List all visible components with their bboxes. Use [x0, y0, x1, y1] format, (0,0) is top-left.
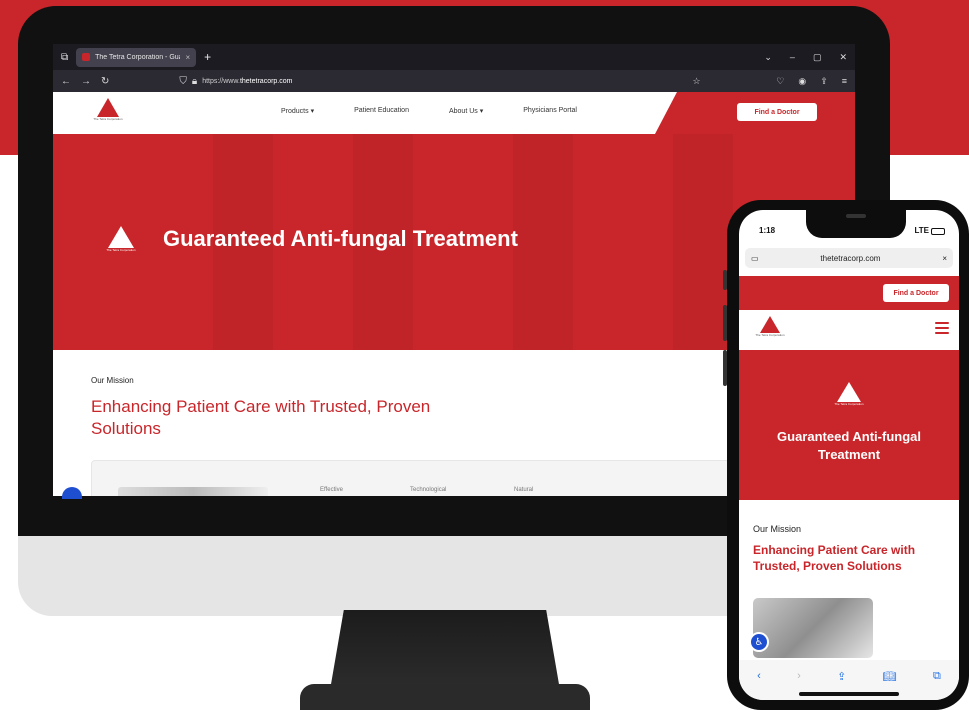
status-bar: 1:18 LTE: [739, 226, 959, 242]
hero-stripe: [513, 134, 573, 350]
mobile-site-header: The Tetra Corporation: [739, 310, 959, 350]
mobile-hero-logo-caption: The Tetra Corporation: [834, 402, 864, 406]
main-menu: Products ▾ Patient Education About Us ▾ …: [281, 107, 577, 115]
mobile-address-bar[interactable]: ▭ thetetracorp.com ×: [745, 248, 953, 268]
url-domain: thetetracorp.com: [239, 77, 293, 85]
status-time: 1:18: [759, 226, 776, 235]
mobile-top-bar: Find a Doctor: [739, 276, 959, 310]
menu-icon[interactable]: ≡: [842, 76, 847, 87]
mobile-logo-caption: The Tetra Corporation: [755, 333, 785, 337]
url-prefix: https://www.: [202, 77, 240, 85]
back-icon[interactable]: ←: [61, 76, 71, 87]
reload-icon[interactable]: ↻: [101, 76, 109, 87]
mobile-accessibility-icon[interactable]: ♿︎: [749, 632, 769, 652]
mobile-mission-label: Our Mission: [753, 524, 802, 534]
mission-label: Our Mission: [91, 376, 134, 385]
menu-item-patient-education[interactable]: Patient Education: [354, 107, 409, 115]
favicon-icon: [82, 53, 91, 61]
toolbar-icons: ♡ ◉ ⇪ ≡: [776, 76, 847, 87]
mobile-mission-heading: Enhancing Patient Care with Trusted, Pro…: [753, 543, 916, 573]
new-tab-button[interactable]: +: [204, 50, 211, 64]
tab-title: The Tetra Corporation - Guaran: [95, 53, 180, 61]
hero-title: Guaranteed Anti-fungal Treatment: [163, 226, 518, 251]
feature-image: [118, 487, 268, 496]
share-icon[interactable]: ⇪: [837, 670, 846, 683]
minimize-icon[interactable]: –: [790, 52, 795, 63]
mobile-phone: 1:18 LTE ▭ thetetracorp.com × Find a Doc…: [723, 200, 969, 710]
bookmarks-icon[interactable]: 📖︎: [883, 670, 897, 683]
mobile-hero-title: Guaranteed Anti-fungal Treatment: [777, 429, 921, 462]
mobile-url: thetetracorp.com: [820, 253, 881, 263]
lock-icon: 🔒︎: [191, 75, 198, 87]
window-controls: ⌄ – ▢ ✕: [764, 52, 847, 63]
monitor-stand-neck: [330, 610, 560, 690]
forward-icon[interactable]: ›: [797, 670, 801, 682]
bookmark-star-icon[interactable]: ☆: [692, 76, 700, 87]
feature-effective: Effective: [320, 487, 343, 493]
mobile-site-logo[interactable]: The Tetra Corporation: [753, 316, 787, 337]
menu-item-about-us[interactable]: About Us ▾: [449, 107, 483, 115]
mobile-hero-logo: The Tetra Corporation: [827, 382, 871, 406]
monitor-stand-base: [300, 684, 590, 710]
shield-icon: ⛉: [179, 75, 187, 87]
mobile-feature-image: [753, 598, 873, 658]
menu-item-products[interactable]: Products ▾: [281, 107, 314, 115]
forward-icon[interactable]: →: [81, 76, 91, 87]
address-bar[interactable]: ⛉ 🔒︎ https://www.thetetracorp.com: [179, 76, 292, 87]
tab-close-icon[interactable]: ×: [185, 53, 190, 62]
mission-heading: Enhancing Patient Care with Trusted, Pro…: [91, 397, 431, 438]
phone-side-button: [723, 270, 727, 290]
feature-technological: Technological: [410, 487, 447, 493]
extension-icon[interactable]: ◉: [798, 76, 806, 87]
feature-natural: Natural: [514, 487, 534, 493]
features-card: Effective Technological Natural: [91, 460, 791, 496]
hero-logo: The Tetra Corporation: [101, 226, 141, 252]
share-icon[interactable]: ⇪: [820, 76, 828, 87]
firefox-view-icon[interactable]: ⧉: [61, 52, 68, 63]
menu-item-physicians-portal[interactable]: Physicians Portal: [523, 107, 577, 115]
close-window-icon[interactable]: ✕: [839, 52, 847, 63]
tabs-icon[interactable]: ⧉: [933, 670, 941, 683]
tetra-logo-icon: [837, 382, 861, 402]
phone-screen: 1:18 LTE ▭ thetetracorp.com × Find a Doc…: [739, 210, 959, 700]
tetra-logo-icon: [97, 98, 119, 117]
pocket-icon[interactable]: ♡: [776, 76, 784, 87]
find-a-doctor-button[interactable]: Find a Doctor: [737, 103, 817, 121]
network-label: LTE: [914, 226, 929, 235]
maximize-icon[interactable]: ▢: [813, 52, 822, 63]
home-indicator: [799, 692, 899, 696]
battery-icon: [931, 228, 945, 235]
reader-icon[interactable]: ▭: [751, 254, 759, 263]
phone-side-button: [723, 305, 727, 341]
tab-list-icon[interactable]: ⌄: [764, 52, 772, 63]
mobile-hero-banner: The Tetra Corporation Guaranteed Anti-fu…: [739, 350, 959, 500]
site-logo[interactable]: The Tetra Corporation: [91, 98, 125, 121]
hamburger-menu-icon[interactable]: [935, 322, 949, 337]
phone-side-button: [723, 350, 727, 386]
browser-nav-bar: ← → ↻ ⛉ 🔒︎ https://www.thetetracorp.com …: [53, 70, 855, 92]
hero-logo-caption: The Tetra Corporation: [106, 248, 136, 252]
hero-content: The Tetra Corporation Guaranteed Anti-fu…: [101, 226, 518, 252]
logo-caption: The Tetra Corporation: [93, 117, 123, 121]
site-header: The Tetra Corporation Products ▾ Patient…: [53, 92, 855, 134]
browser-tab[interactable]: The Tetra Corporation - Guaran ×: [76, 47, 197, 67]
mobile-close-icon[interactable]: ×: [942, 254, 947, 263]
url-text: https://www.thetetracorp.com: [202, 78, 292, 85]
browser-tab-bar: ⧉ The Tetra Corporation - Guaran × + ⌄ –…: [53, 44, 855, 70]
tetra-logo-icon: [760, 316, 780, 333]
tetra-logo-icon: [108, 226, 134, 248]
mobile-find-a-doctor-button[interactable]: Find a Doctor: [883, 284, 949, 302]
back-icon[interactable]: ‹: [757, 670, 761, 682]
